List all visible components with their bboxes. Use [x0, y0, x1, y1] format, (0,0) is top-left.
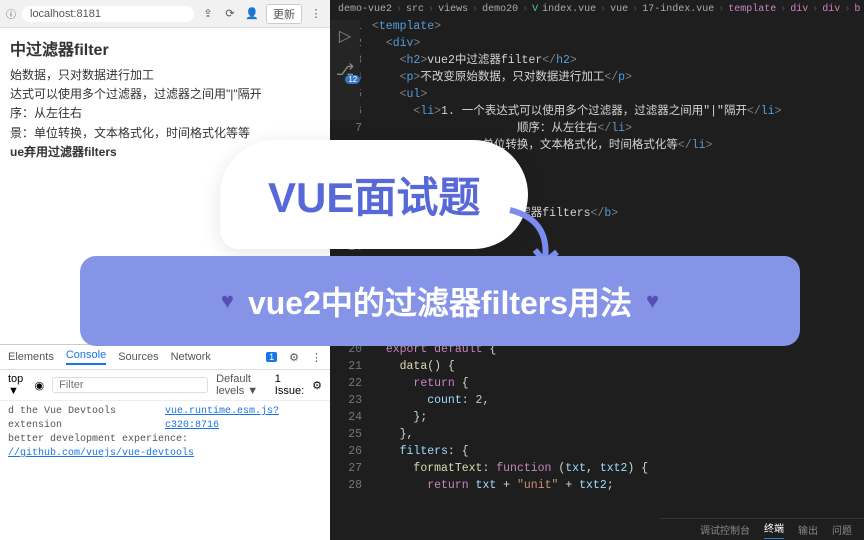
update-button[interactable]: 更新: [266, 4, 302, 24]
source-link[interactable]: //github.com/vuejs/vue-devtools: [8, 448, 194, 459]
title-bubble: VUE面试题: [220, 140, 528, 249]
source-link[interactable]: vue.runtime.esm.js?c320:8716: [165, 405, 322, 433]
page-title: 中过滤器filter: [10, 36, 320, 60]
devtools-tabs: Elements Console Sources Network 1 ⚙ ⋮: [0, 345, 330, 370]
tab-network[interactable]: Network: [171, 351, 211, 363]
share-icon[interactable]: ⇪: [200, 7, 216, 20]
more-icon[interactable]: ⋮: [311, 351, 322, 364]
gear-icon[interactable]: ⚙: [289, 351, 299, 364]
tab-elements[interactable]: Elements: [8, 351, 54, 363]
url-field[interactable]: localhost:8181: [22, 6, 194, 22]
page-text: 始数据，只对数据进行加工: [10, 66, 320, 85]
heart-icon: ♥: [221, 288, 234, 314]
console-output: d the Vue Devtools extension vue.runtime…: [0, 401, 330, 465]
tab-sources[interactable]: Sources: [118, 351, 158, 363]
page-text: 达式可以使用多个过滤器，过滤器之间用"|"隔开: [10, 85, 320, 104]
reload-icon[interactable]: ⟳: [222, 7, 238, 20]
profile-icon[interactable]: 👤: [244, 7, 260, 20]
page-text: 序：从左往右: [10, 104, 320, 123]
tab-console[interactable]: Console: [66, 349, 106, 365]
console-filter-row: top ▼ ◉ Default levels ▼ 1 Issue: ⚙: [0, 370, 330, 401]
levels-dropdown[interactable]: Default levels ▼: [216, 373, 267, 397]
editor-activity-bar: ▷ ⎇: [330, 20, 360, 120]
live-icon[interactable]: ◉: [35, 379, 45, 392]
breadcrumb[interactable]: demo-vue2› src› views› demo20› Vindex.vu…: [330, 0, 864, 18]
tab-output[interactable]: 输出: [798, 522, 818, 538]
gear-icon[interactable]: ⚙: [312, 379, 322, 392]
terminal-tabs: 调试控制台 终端 输出 问题 4: [660, 518, 864, 540]
filter-input[interactable]: [52, 377, 208, 393]
info-icon[interactable]: ⓘ: [6, 6, 16, 21]
subtitle-banner: ♥ vue2中的过滤器filters用法 ♥: [80, 256, 800, 346]
address-bar: ⓘ localhost:8181 ⇪ ⟳ 👤 更新 ⋮: [0, 0, 330, 28]
tab-problems[interactable]: 问题: [832, 522, 852, 538]
error-badge[interactable]: 1: [266, 352, 277, 362]
issue-count[interactable]: 1 Issue:: [275, 373, 304, 397]
menu-icon[interactable]: ⋮: [308, 7, 324, 20]
debug-icon[interactable]: ▷: [339, 26, 351, 46]
devtools-pane: Elements Console Sources Network 1 ⚙ ⋮ t…: [0, 344, 330, 465]
heart-icon: ♥: [646, 288, 659, 314]
tab-debug-console[interactable]: 调试控制台: [700, 522, 750, 538]
tab-terminal[interactable]: 终端: [764, 520, 784, 539]
source-control-icon[interactable]: ⎇: [336, 60, 354, 80]
top-context[interactable]: top ▼: [8, 373, 27, 397]
